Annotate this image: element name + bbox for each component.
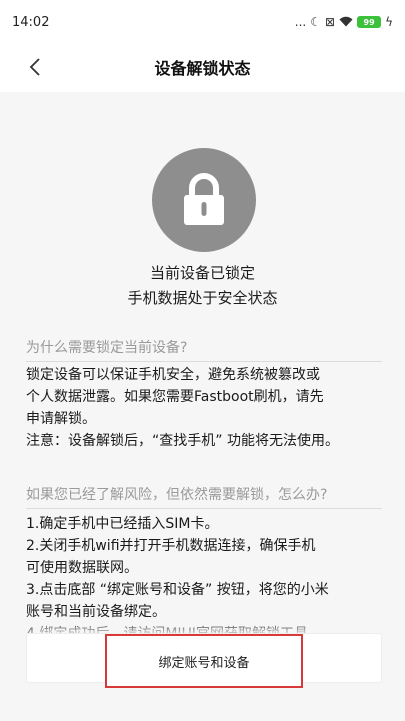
- unlock-steps-heading: 如果您已经了解风险，但依然需要解锁，怎么办?: [26, 484, 382, 509]
- wifi-icon: [339, 16, 353, 29]
- status-time: 14:02: [12, 14, 50, 30]
- text-line: 注意：设备解锁后，“查找手机” 功能将无法使用。: [26, 433, 339, 449]
- text-line: 申请解锁。: [26, 411, 96, 427]
- battery-icon: 99: [357, 16, 382, 28]
- text-line: 锁定设备可以保证手机安全，避免系统被篡改或: [26, 367, 320, 383]
- back-button[interactable]: [22, 54, 48, 80]
- text-line: 1.确定手机中已经插入SIM卡。: [26, 516, 219, 532]
- page-title: 设备解锁状态: [154, 59, 251, 78]
- more-dots: ...: [294, 15, 307, 29]
- chevron-left-icon: [29, 58, 40, 76]
- lightning-icon: ϟ: [385, 15, 393, 29]
- lock-status-subtitle: 手机数据处于安全状态: [127, 289, 278, 307]
- status-icons: ... ☾ ⊠ 99 ϟ: [295, 16, 393, 29]
- text-line-partial: 4.绑定成功后，请访问MIUI官网获取解锁工具: [26, 623, 384, 633]
- status-bar: 14:02 ... ☾ ⊠ 99 ϟ: [0, 0, 405, 44]
- close-box-icon: ⊠: [325, 15, 336, 29]
- nav-bar: 设备解锁状态: [0, 44, 405, 90]
- main-content: 当前设备已锁定 手机数据处于安全状态 为什么需要锁定当前设备? 锁定设备可以保证…: [0, 92, 405, 721]
- why-lock-heading: 为什么需要锁定当前设备?: [26, 337, 382, 362]
- text-line: 2.关闭手机wifi并打开手机数据连接，确保手机: [26, 538, 316, 554]
- text-line: 3.点击底部 “绑定账号和设备” 按钮，将您的小米: [26, 582, 329, 598]
- why-lock-text: 锁定设备可以保证手机安全，避免系统被篡改或 个人数据泄露。如果您需要Fastbo…: [26, 364, 384, 452]
- lock-status-circle: [152, 148, 256, 252]
- text-line: 个人数据泄露。如果您需要Fastboot刷机，请先: [26, 389, 324, 405]
- moon-icon: ☾: [310, 15, 322, 29]
- bottom-panel: 绑定账号和设备: [26, 633, 382, 688]
- lock-status-title: 当前设备已锁定: [149, 264, 255, 282]
- text-line: 可使用数据联网。: [26, 560, 138, 576]
- bind-account-device-button[interactable]: 绑定账号和设备: [105, 634, 303, 688]
- unlock-steps-text: 1.确定手机中已经插入SIM卡。 2.关闭手机wifi并打开手机数据连接，确保手…: [26, 513, 384, 633]
- padlock-icon: [184, 173, 224, 225]
- text-line: 账号和当前设备绑定。: [26, 604, 166, 620]
